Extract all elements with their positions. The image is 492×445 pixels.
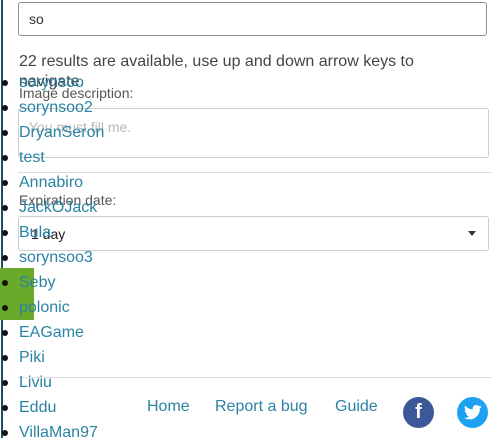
twitter-icon[interactable]	[457, 397, 488, 428]
suggestion-item[interactable]: DryanSeron	[1, 120, 104, 145]
suggestion-item[interactable]: VillaMan97	[1, 420, 104, 445]
search-input[interactable]	[18, 2, 487, 36]
caret-down-icon	[468, 231, 476, 236]
twitter-bird-glyph	[463, 405, 482, 420]
autocomplete-suggestion-list: sorynsoo sorynsoo2 DryanSeron test Annab…	[1, 70, 104, 445]
suggestion-item[interactable]: Bula	[1, 220, 104, 245]
footer-report-bug-link[interactable]: Report a bug	[215, 398, 308, 416]
suggestion-item[interactable]: Seby	[1, 270, 104, 295]
suggestion-item[interactable]: Eddu	[1, 395, 104, 420]
facebook-glyph: f	[415, 401, 422, 423]
facebook-icon[interactable]: f	[403, 397, 434, 428]
footer-home-link[interactable]: Home	[147, 398, 190, 416]
suggestion-item[interactable]: Piki	[1, 345, 104, 370]
footer-guide-link[interactable]: Guide	[335, 398, 378, 416]
suggestion-item[interactable]: polonic	[1, 295, 104, 320]
suggestion-item[interactable]: test	[1, 145, 104, 170]
suggestion-item[interactable]: sorynsoo	[1, 70, 104, 95]
left-border-line	[1, 0, 3, 438]
suggestion-item[interactable]: Annabiro	[1, 170, 104, 195]
suggestion-item[interactable]: EAGame	[1, 320, 104, 345]
suggestion-item[interactable]: sorynsoo3	[1, 245, 104, 270]
suggestion-item[interactable]: Liviu	[1, 370, 104, 395]
suggestion-item[interactable]: sorynsoo2	[1, 95, 104, 120]
suggestion-item[interactable]: JackOJack	[1, 195, 104, 220]
